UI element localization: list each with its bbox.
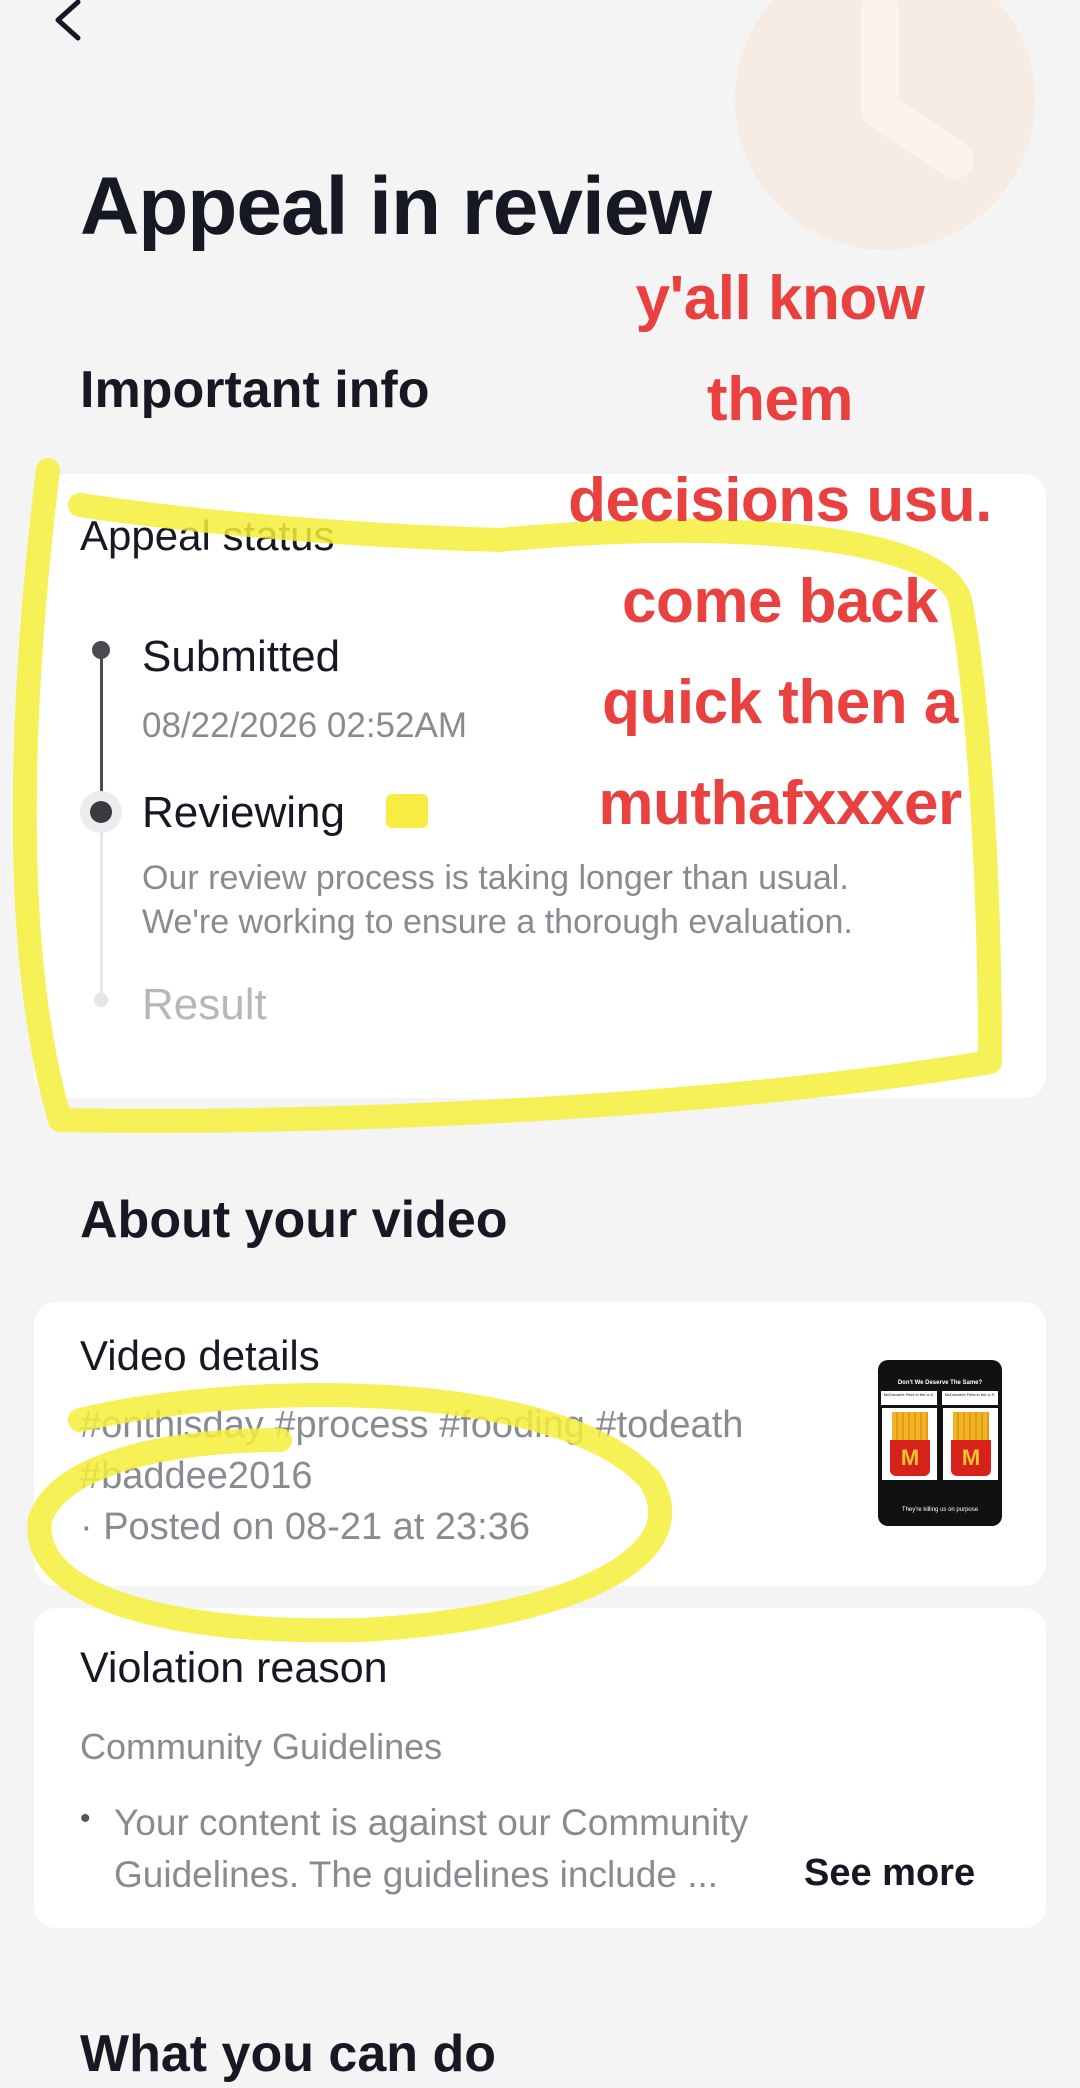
timeline-connector xyxy=(100,650,103,810)
step-label-reviewing: Reviewing xyxy=(142,788,345,837)
timeline-connector-pending xyxy=(100,820,103,1000)
overlay-caption-line: them xyxy=(706,365,854,434)
video-thumbnail[interactable]: Don't We Deserve The Same? McDonald's Fr… xyxy=(878,1360,1002,1526)
appeal-status-title: Appeal status xyxy=(80,512,335,559)
video-details-title: Video details xyxy=(80,1332,320,1379)
overlay-caption: y'all know them decisions usu. come back… xyxy=(550,248,1010,854)
step-date-submitted: 08/22/2026 02:52AM xyxy=(142,706,467,745)
about-video-heading: About your video xyxy=(80,1191,508,1249)
bullet-icon: • xyxy=(80,1802,91,1835)
overlay-caption-line: decisions usu. xyxy=(568,466,992,535)
important-info-heading: Important info xyxy=(80,361,430,419)
thumbnail-right-caption: McDonald's Fries in the U.S. xyxy=(942,1391,998,1405)
page-title: Appeal in review xyxy=(80,161,712,252)
step-dot-reviewing xyxy=(90,801,112,823)
overlay-caption-line: quick then a xyxy=(602,668,958,737)
see-more-link[interactable]: See more xyxy=(804,1852,975,1895)
video-posted-date: · Posted on 08-21 at 23:36 xyxy=(80,1506,530,1548)
thumbnail-top-text: Don't We Deserve The Same? xyxy=(897,1380,983,1386)
video-hashtags-line2: #baddee2016 xyxy=(80,1455,313,1497)
overlay-caption-line: muthafxxxer xyxy=(598,769,962,838)
video-hashtags-line1: #onthisday #process #fooding #todeath xyxy=(80,1404,744,1446)
step-detail-reviewing-2: We're working to ensure a thorough evalu… xyxy=(142,903,853,941)
video-hashtags: #onthisday #process #fooding #todeath #b… xyxy=(80,1400,860,1553)
clock-icon xyxy=(735,0,1035,250)
step-label-submitted: Submitted xyxy=(142,632,341,681)
violation-text-line2: Guidelines. The guidelines include ... xyxy=(114,1854,719,1895)
step-detail-reviewing-1: Our review process is taking longer than… xyxy=(142,859,849,897)
violation-text-line1: Your content is against our Community xyxy=(114,1802,749,1843)
fries-image-right: M xyxy=(943,1408,998,1480)
violation-title: Violation reason xyxy=(80,1644,388,1692)
overlay-caption-line: y'all know xyxy=(635,264,925,333)
overlay-caption-line: come back xyxy=(621,567,939,636)
hourglass-icon xyxy=(386,794,428,828)
fries-image-left: M xyxy=(882,1408,937,1480)
step-label-result: Result xyxy=(142,980,267,1029)
thumbnail-bottom-text: They're killing us on purpose xyxy=(901,1507,979,1513)
violation-category: Community Guidelines xyxy=(80,1726,443,1767)
thumbnail-left-caption: McDonald's Fries in the U.K. xyxy=(881,1391,937,1405)
step-dot-submitted xyxy=(92,641,110,659)
what-you-can-do-heading: What you can do xyxy=(80,2025,496,2083)
step-dot-result xyxy=(94,993,108,1007)
chevron-left-icon[interactable] xyxy=(48,0,88,42)
